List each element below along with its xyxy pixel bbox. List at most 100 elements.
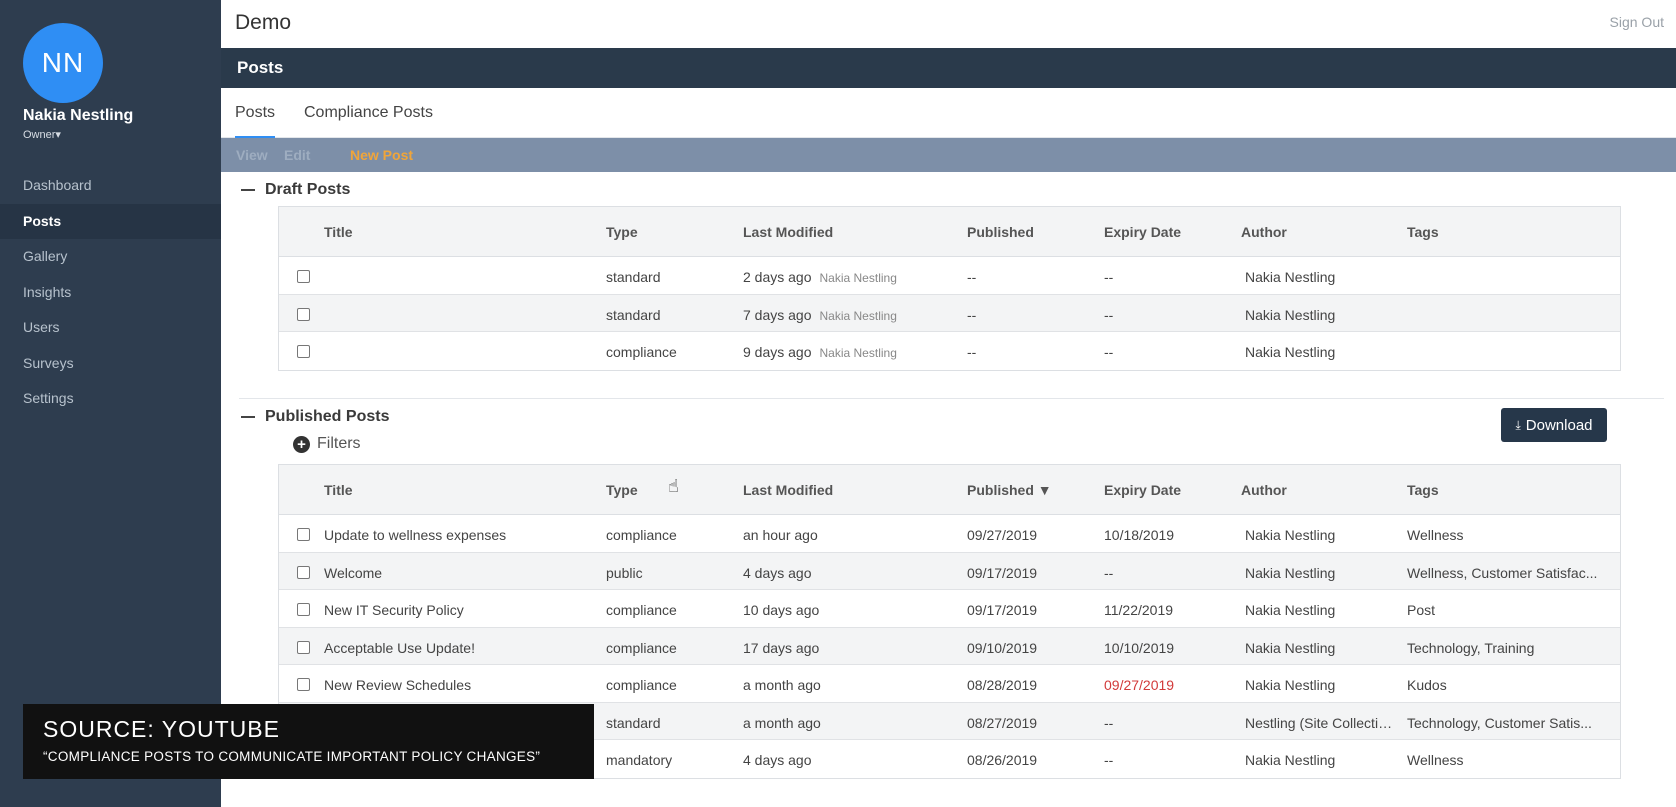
expiry-date: --: [1104, 344, 1114, 360]
expiry-date: 11/22/2019: [1104, 602, 1174, 618]
avatar[interactable]: NN: [23, 23, 103, 103]
column-tags[interactable]: Tags: [1407, 482, 1439, 498]
last-modified-cell: 7 days ago Nakia Nestling: [743, 307, 897, 323]
download-button[interactable]: ⤓ Download: [1501, 408, 1607, 442]
published-posts-toggle[interactable]: Published Posts: [241, 408, 389, 426]
last-modified: 9 days ago: [743, 344, 812, 360]
tags: Technology, Customer Satis...: [1407, 714, 1592, 731]
last-modified-cell: 17 days ago: [743, 640, 819, 656]
column-published-sorted[interactable]: Published ▼: [967, 482, 1052, 498]
row-checkbox[interactable]: [297, 345, 310, 358]
hand-cursor-icon: ☝: [668, 476, 679, 496]
tags: Wellness, Customer Satisfac...: [1407, 564, 1598, 581]
sidebar-item-users[interactable]: Users: [0, 310, 221, 346]
post-title[interactable]: New Review Schedules: [324, 677, 594, 693]
post-title[interactable]: New IT Security Policy: [324, 602, 594, 618]
row-checkbox[interactable]: [297, 603, 310, 616]
post-type: compliance: [606, 527, 677, 543]
tags: Wellness: [1407, 527, 1464, 543]
filters-button[interactable]: + Filters: [293, 435, 361, 453]
table-row[interactable]: standard 7 days ago Nakia Nestling -- -- Naki…: [279, 294, 1620, 332]
last-modified-cell: 10 days ago: [743, 602, 819, 618]
caption-title: SOURCE: YOUTUBE: [43, 716, 280, 742]
author: Nestling (Site Collectio...: [1245, 714, 1395, 731]
published-date: 09/10/2019: [967, 639, 1038, 656]
row-checkbox[interactable]: [297, 307, 310, 321]
table-row[interactable]: Acceptable Use Update! compliance 17 days …: [279, 627, 1620, 665]
sidebar-item-surveys[interactable]: Surveys: [0, 346, 221, 382]
download-icon: ⤓: [1515, 417, 1521, 432]
view-button[interactable]: View: [236, 147, 268, 163]
column-tags[interactable]: Tags: [1407, 224, 1439, 240]
table-header: Title Type Last Modified Published Expir…: [279, 207, 1620, 257]
tab-bar: Posts Compliance Posts: [221, 88, 1676, 138]
published-posts-title: Published Posts: [265, 408, 390, 425]
table-row[interactable]: New IT Security Policy compliance 10 days …: [279, 590, 1620, 628]
table-header: Title Type Last Modified Published ▼ Exp…: [279, 465, 1620, 515]
collapse-icon: [241, 416, 255, 418]
author: Nakia Nestling: [1245, 527, 1336, 543]
published-date: --: [967, 269, 977, 285]
tab-compliance-posts[interactable]: Compliance Posts: [304, 104, 433, 138]
new-post-button[interactable]: New Post: [350, 147, 413, 163]
table-row[interactable]: Update to wellness expenses compliance an …: [279, 515, 1620, 553]
row-checkbox[interactable]: [297, 565, 310, 579]
last-modified-cell: 4 days ago: [743, 752, 812, 768]
sidebar-item-posts[interactable]: Posts: [0, 203, 221, 239]
tab-posts[interactable]: Posts: [235, 104, 276, 138]
published-date: 09/27/2019: [967, 527, 1038, 543]
column-title[interactable]: Title: [324, 224, 353, 240]
row-checkbox[interactable]: [297, 528, 310, 541]
expiry-date: --: [1104, 714, 1114, 731]
draft-posts-toggle[interactable]: Draft Posts: [241, 181, 350, 199]
sidebar-item-settings[interactable]: Settings: [0, 381, 221, 417]
last-modified-cell: 2 days ago Nakia Nestling: [743, 269, 897, 285]
row-checkbox[interactable]: [297, 640, 310, 654]
caption-subtitle: “COMPLIANCE POSTS TO COMMUNICATE IMPORTA…: [43, 749, 541, 764]
table-row[interactable]: compliance 9 days ago Nakia Nestling -- -- Na…: [279, 332, 1620, 370]
sidebar-item-insights[interactable]: Insights: [0, 275, 221, 311]
post-type: public: [606, 564, 643, 581]
row-checkbox[interactable]: [297, 270, 310, 283]
last-modified: 2 days ago: [743, 269, 812, 285]
page-title: Posts: [237, 58, 284, 77]
author: Nakia Nestling: [1245, 639, 1336, 656]
table-row[interactable]: New Review Schedules compliance a month ag…: [279, 665, 1620, 703]
row-checkbox[interactable]: [297, 678, 310, 691]
post-type: compliance: [606, 677, 677, 693]
published-date: 08/28/2019: [967, 677, 1038, 693]
post-title[interactable]: Acceptable Use Update!: [324, 640, 594, 656]
role-dropdown[interactable]: Owner▾: [23, 128, 61, 141]
column-published[interactable]: Published: [967, 224, 1034, 240]
modified-by: Nakia Nestling: [819, 271, 897, 285]
published-date: 08/26/2019: [967, 752, 1038, 768]
table-row[interactable]: Welcome public 4 days ago 09/17/2019 -- Nakia…: [279, 552, 1620, 590]
table-row[interactable]: standard 2 days ago Nakia Nestling -- -- Naki…: [279, 257, 1620, 295]
tags: Kudos: [1407, 677, 1447, 693]
column-expiry-date[interactable]: Expiry Date: [1104, 482, 1181, 498]
sign-out-link[interactable]: Sign Out: [1610, 14, 1664, 30]
post-title[interactable]: Welcome: [324, 565, 594, 581]
post-type: standard: [606, 714, 661, 731]
column-title[interactable]: Title: [324, 482, 353, 498]
column-last-modified[interactable]: Last Modified: [743, 482, 833, 498]
last-modified-cell: 4 days ago: [743, 565, 812, 581]
published-date: 09/17/2019: [967, 602, 1038, 618]
post-title[interactable]: Update to wellness expenses: [324, 527, 594, 543]
sidebar-item-gallery[interactable]: Gallery: [0, 239, 221, 275]
author: Nakia Nestling: [1245, 677, 1336, 693]
column-last-modified[interactable]: Last Modified: [743, 224, 833, 240]
modified-by: Nakia Nestling: [819, 308, 897, 323]
column-type[interactable]: Type: [606, 482, 638, 498]
column-author[interactable]: Author: [1241, 482, 1287, 498]
column-author[interactable]: Author: [1241, 224, 1287, 240]
expiry-date: 10/10/2019: [1104, 639, 1175, 656]
sidebar-item-dashboard[interactable]: Dashboard: [0, 168, 221, 204]
draft-rows: standard 2 days ago Nakia Nestling -- -- Naki…: [279, 257, 1620, 370]
column-expiry-date[interactable]: Expiry Date: [1104, 224, 1181, 240]
post-type: compliance: [606, 344, 677, 360]
expiry-date: 09/27/2019: [1104, 677, 1175, 693]
edit-button[interactable]: Edit: [284, 147, 310, 163]
column-type[interactable]: Type: [606, 224, 638, 240]
download-label: Download: [1525, 416, 1593, 434]
